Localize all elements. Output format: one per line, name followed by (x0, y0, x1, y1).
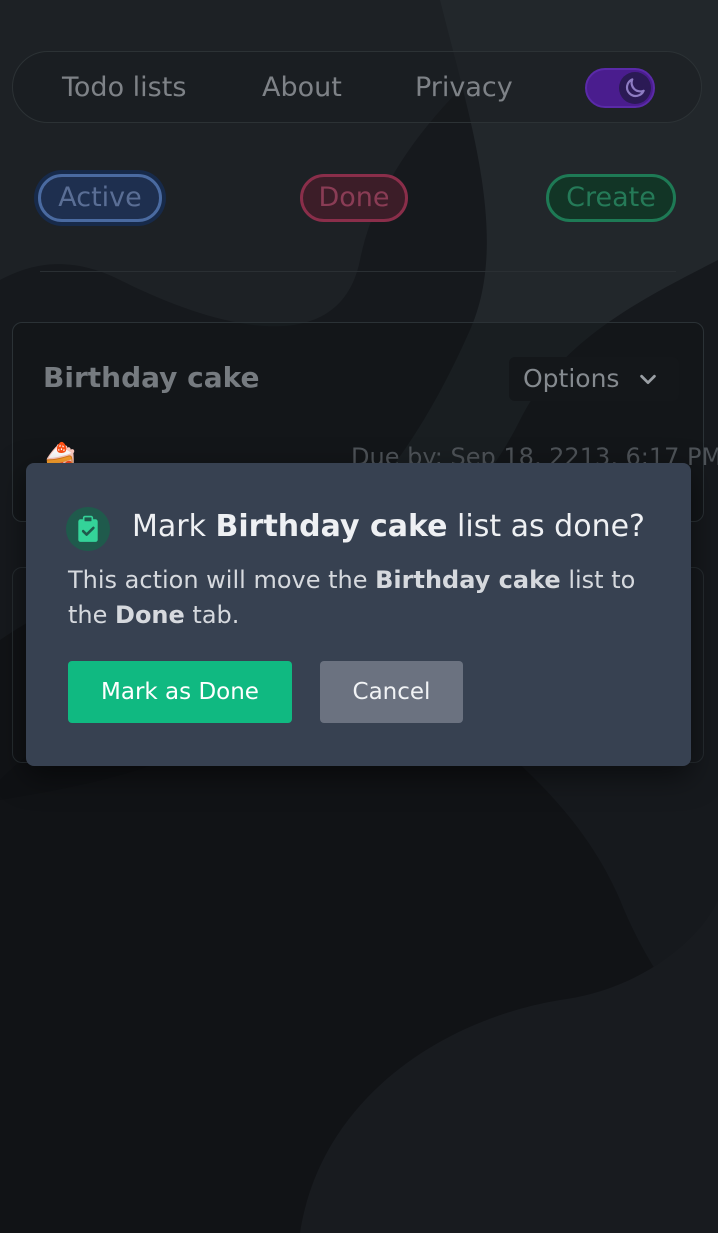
options-button[interactable]: Options (509, 357, 679, 401)
dialog-message: This action will move the Birthday cake … (68, 563, 658, 633)
dialog-message-prefix: This action will move the (68, 566, 376, 594)
tab-done[interactable]: Done (300, 174, 408, 222)
dialog-title: Mark Birthday cake list as done? (132, 507, 645, 547)
cancel-button[interactable]: Cancel (320, 661, 463, 723)
nav-privacy[interactable]: Privacy (415, 72, 513, 104)
tab-create[interactable]: Create (546, 174, 676, 222)
divider (40, 271, 676, 272)
chevron-down-icon (637, 367, 659, 396)
confirm-dialog: Mark Birthday cake list as done? This ac… (26, 463, 691, 766)
list-title: Birthday cake (43, 361, 260, 394)
page: Todo lists About Privacy Active Done Cre… (0, 0, 718, 1233)
moon-icon (619, 72, 651, 104)
nav-todo-lists[interactable]: Todo lists (62, 72, 186, 104)
nav-about[interactable]: About (262, 72, 342, 104)
clipboard-check-icon (66, 507, 110, 551)
tab-active[interactable]: Active (38, 174, 162, 222)
theme-toggle[interactable] (585, 68, 655, 108)
mark-as-done-button[interactable]: Mark as Done (68, 661, 292, 723)
dialog-message-tab-name: Done (115, 601, 185, 629)
dialog-message-list-name: Birthday cake (375, 566, 561, 594)
dialog-title-prefix: Mark (132, 509, 216, 544)
top-nav: Todo lists About Privacy (12, 51, 702, 123)
dialog-title-suffix: list as done? (447, 509, 645, 544)
dialog-message-suffix: tab. (184, 601, 240, 629)
options-label: Options (523, 364, 620, 393)
dialog-title-list-name: Birthday cake (215, 509, 448, 544)
